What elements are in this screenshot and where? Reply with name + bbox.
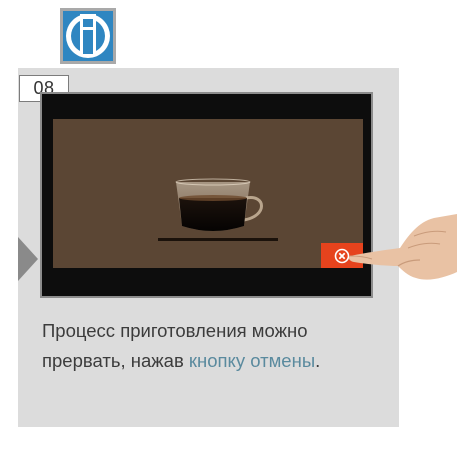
- cancel-button-link-2[interactable]: отмены: [250, 350, 315, 371]
- instruction-text-end: .: [315, 350, 321, 371]
- machine-display: [40, 92, 373, 298]
- display-screen: [53, 119, 363, 268]
- hand-pointer-icon: [348, 212, 457, 287]
- coffee-cup-icon: [158, 168, 278, 248]
- cancel-button-link[interactable]: кнопку: [189, 350, 245, 371]
- pointer-arrow-icon: [18, 237, 38, 281]
- instruction-text: Процесс приготовления можно прервать, на…: [42, 316, 392, 376]
- instruction-page: 08 Процесс приготовления можно прервать,…: [0, 0, 457, 457]
- info-icon: [60, 8, 116, 64]
